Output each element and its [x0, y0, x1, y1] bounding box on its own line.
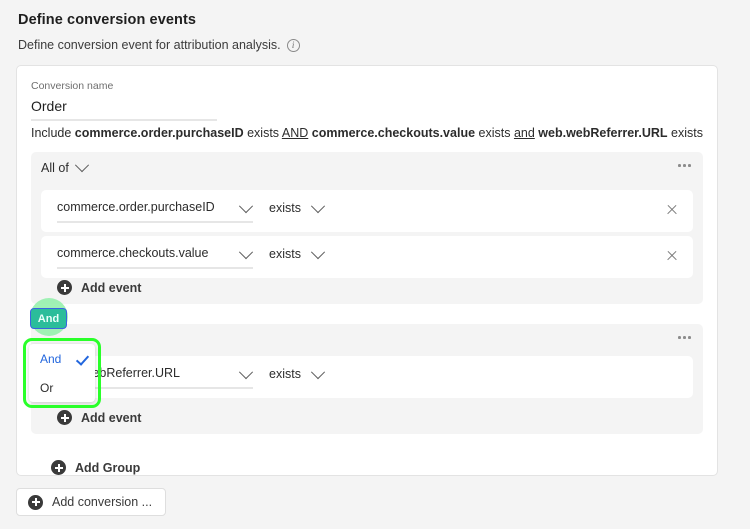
page-subtitle: Define conversion event for attribution … — [18, 38, 281, 52]
plus-circle-icon — [57, 410, 72, 425]
summary-operator-1: exists — [247, 126, 280, 140]
chevron-down-icon[interactable] — [238, 365, 254, 380]
add-event-button-group-1[interactable]: Add event — [57, 280, 141, 295]
table-row: commerce.checkouts.value exists — [41, 236, 693, 278]
menu-item-and-label: And — [40, 351, 62, 366]
group-match-label-1: All of — [41, 161, 69, 175]
close-icon-event-1[interactable] — [665, 203, 679, 217]
event-operator-select-3[interactable]: exists — [269, 367, 301, 381]
summary-operator-2: exists — [478, 126, 511, 140]
conversion-name-underline — [31, 119, 217, 121]
add-conversion-button[interactable]: Add conversion ... — [16, 488, 167, 516]
summary-conjunction-2: and — [513, 126, 535, 140]
add-event-button-group-2[interactable]: Add event — [57, 410, 141, 425]
event-field-select-1[interactable]: commerce.order.purchaseID — [57, 200, 215, 214]
plus-circle-icon — [57, 280, 72, 295]
event-field-select-2[interactable]: commerce.checkouts.value — [57, 246, 208, 260]
event-operator-select-1[interactable]: exists — [269, 201, 301, 215]
add-group-label: Add Group — [75, 460, 141, 475]
add-group-button[interactable]: Add Group — [51, 460, 140, 475]
menu-item-or[interactable]: Or — [29, 373, 95, 402]
table-row: commerce.order.purchaseID exists — [41, 190, 693, 232]
plus-circle-icon — [51, 460, 66, 475]
summary-conjunction-1: AND — [281, 126, 309, 140]
event-field-underline — [57, 221, 253, 223]
conjunction-chip[interactable]: And — [30, 308, 67, 329]
table-row: web.webReferrer.URL exists — [41, 356, 693, 398]
page-title: Define conversion events — [18, 12, 197, 28]
page-subtitle-row: Define conversion event for attribution … — [18, 38, 300, 52]
add-event-label: Add event — [81, 280, 142, 295]
summary-operator-3: exists — [671, 126, 703, 140]
condition-group-1: All of commerce.order.purchaseID exists … — [31, 152, 703, 304]
chevron-down-icon[interactable] — [238, 245, 254, 260]
conversion-summary: Include commerce.order.purchaseID exists… — [31, 126, 703, 140]
kebab-menu-icon-group-1[interactable] — [678, 164, 691, 167]
event-field-underline — [57, 267, 253, 269]
conversion-name-label: Conversion name — [31, 80, 114, 92]
kebab-menu-icon-group-2[interactable] — [678, 336, 691, 339]
summary-field-1: commerce.order.purchaseID — [74, 126, 244, 140]
chevron-down-icon[interactable] — [310, 199, 326, 214]
close-icon-event-2[interactable] — [665, 249, 679, 263]
plus-circle-icon — [28, 494, 43, 510]
chevron-down-icon — [74, 158, 89, 173]
chevron-down-icon[interactable] — [310, 245, 326, 260]
conjunction-dropdown-menu: And Or — [29, 344, 95, 402]
group-match-selector-1[interactable]: All of — [41, 158, 89, 175]
check-icon — [75, 352, 90, 366]
chevron-down-icon[interactable] — [310, 365, 326, 380]
add-event-label: Add event — [81, 410, 142, 425]
menu-item-and[interactable]: And — [29, 344, 95, 373]
conversion-definition-card: Conversion name Order Include commerce.o… — [16, 65, 718, 476]
add-conversion-label: Add conversion ... — [52, 495, 153, 509]
info-icon[interactable]: i — [286, 38, 300, 52]
conversion-name-input[interactable]: Order — [31, 98, 67, 114]
event-operator-select-2[interactable]: exists — [269, 247, 301, 261]
condition-group-2: web.webReferrer.URL exists Add event — [31, 324, 703, 434]
summary-prefix: Include — [31, 126, 72, 140]
summary-field-2: commerce.checkouts.value — [311, 126, 476, 140]
chevron-down-icon[interactable] — [238, 199, 254, 214]
menu-item-or-label: Or — [40, 380, 54, 395]
summary-field-3: web.webReferrer.URL — [538, 126, 668, 140]
